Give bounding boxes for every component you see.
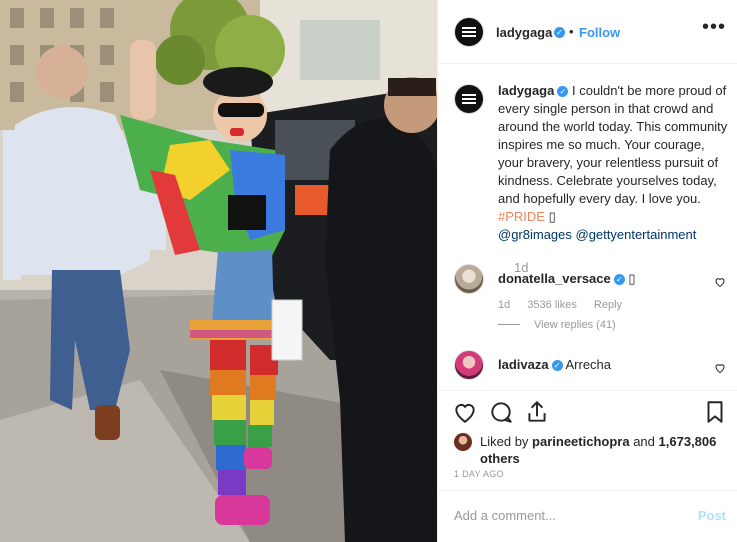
- verified-icon: ✓: [557, 86, 569, 97]
- more-icon[interactable]: •••: [702, 17, 726, 37]
- liker-avatar[interactable]: [454, 433, 472, 451]
- heart-icon[interactable]: [714, 276, 726, 288]
- liked-by-text: Liked by parineetichopra and 1,673,806 o…: [480, 433, 720, 467]
- separator-dot: •: [569, 24, 574, 39]
- comment-line: ladivaza ✓ Arrecha: [498, 357, 611, 372]
- follow-button[interactable]: Follow: [579, 25, 620, 40]
- comments-section[interactable]: ladygaga ✓ I couldn't be more proud of ev…: [438, 64, 737, 390]
- actions-bar: Liked by parineetichopra and 1,673,806 o…: [438, 390, 737, 490]
- caption-username[interactable]: ladygaga: [498, 83, 554, 98]
- add-comment-bar: Post: [438, 490, 737, 542]
- bookmark-icon[interactable]: [702, 399, 728, 425]
- post-timestamp[interactable]: 1 DAY AGO: [454, 469, 504, 479]
- comment-icon[interactable]: [488, 399, 514, 425]
- author-username[interactable]: ladygaga: [496, 25, 552, 40]
- caption-emoji: ▯: [548, 209, 556, 224]
- comment-text: ▯: [628, 271, 636, 286]
- mentions-link[interactable]: @gr8images @gettyentertainment: [498, 227, 696, 242]
- verified-icon: ✓: [613, 274, 625, 285]
- author-avatar[interactable]: [454, 17, 484, 47]
- post-button[interactable]: Post: [698, 508, 726, 523]
- post-panel: ladygaga ✓ • Follow ••• ladygaga ✓ I coul…: [437, 0, 737, 542]
- share-icon[interactable]: [524, 399, 550, 425]
- view-replies-button[interactable]: View replies (41): [498, 319, 616, 331]
- reply-button[interactable]: Reply: [594, 299, 622, 311]
- instagram-post: ladygaga ✓ • Follow ••• ladygaga ✓ I coul…: [0, 0, 737, 542]
- comment-likes[interactable]: 3536 likes: [527, 299, 577, 311]
- commenter-avatar[interactable]: [454, 350, 484, 380]
- liker-username[interactable]: parineetichopra: [532, 434, 630, 449]
- commenter-username[interactable]: ladivaza: [498, 357, 549, 372]
- comment-text: Arrecha: [565, 357, 612, 372]
- liked-conj: and: [633, 434, 655, 449]
- liked-prefix: Liked by: [480, 434, 529, 449]
- caption-text: I couldn't be more proud of every single…: [498, 83, 728, 206]
- caption-avatar[interactable]: [454, 84, 484, 114]
- verified-icon: ✓: [551, 360, 563, 371]
- post-header: ladygaga ✓ • Follow •••: [438, 0, 737, 64]
- commenter-username[interactable]: donatella_versace: [498, 271, 611, 286]
- comment-line: donatella_versace ✓ ▯: [498, 271, 636, 287]
- heart-icon[interactable]: [714, 362, 726, 374]
- photo-illustration: [0, 0, 437, 542]
- comment-meta: 1d 3536 likes Reply: [498, 299, 636, 311]
- comment-input[interactable]: [452, 507, 676, 524]
- heart-icon[interactable]: [452, 399, 478, 425]
- post-photo[interactable]: [0, 0, 437, 542]
- caption-text-block: ladygaga ✓ I couldn't be more proud of ev…: [498, 82, 728, 244]
- verified-icon: ✓: [554, 27, 565, 38]
- commenter-avatar[interactable]: [454, 264, 484, 294]
- hashtag-link[interactable]: #PRIDE: [498, 209, 545, 224]
- comment-time[interactable]: 1d: [498, 299, 510, 311]
